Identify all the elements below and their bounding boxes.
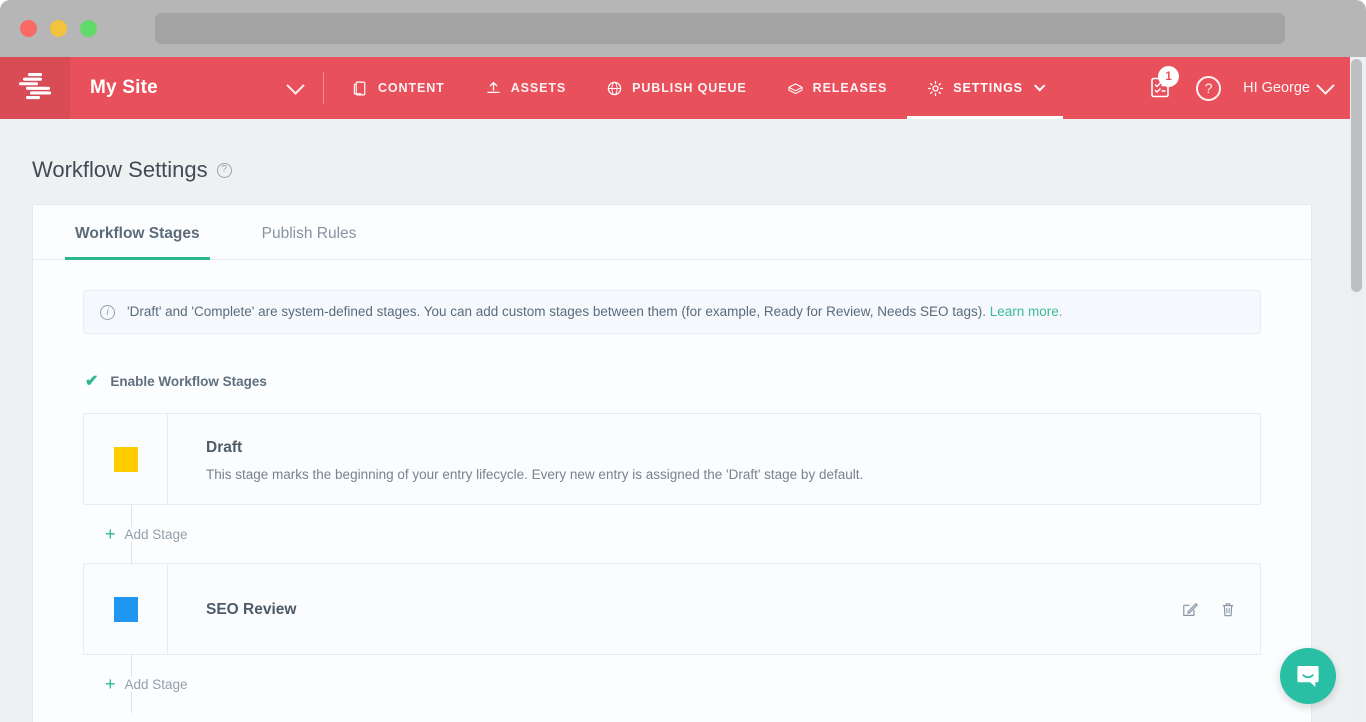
user-menu[interactable]: HI George xyxy=(1243,75,1335,96)
nav-item-content-label: CONTENT xyxy=(378,81,445,95)
nav-item-settings-label: SETTINGS xyxy=(953,81,1023,95)
edit-icon[interactable] xyxy=(1182,601,1198,618)
add-stage-row-2: + Add Stage xyxy=(83,655,1261,713)
plus-icon: + xyxy=(105,524,116,544)
nav-item-settings[interactable]: SETTINGS xyxy=(907,57,1063,119)
application-window: My Site CONTENT ASSETS PUBLISH QUEUE REL… xyxy=(0,57,1366,722)
delete-icon[interactable] xyxy=(1220,601,1236,618)
nav-item-releases[interactable]: RELEASES xyxy=(767,57,908,119)
nav-item-publish-queue-label: PUBLISH QUEUE xyxy=(632,81,747,95)
nav-item-publish-queue[interactable]: PUBLISH QUEUE xyxy=(586,57,767,119)
page-content: Workflow Settings ? Workflow Stages Publ… xyxy=(0,119,1366,722)
top-navigation-bar: My Site CONTENT ASSETS PUBLISH QUEUE REL… xyxy=(0,57,1350,119)
stage-list: Draft This stage marks the beginning of … xyxy=(83,413,1261,713)
add-stage-label: Add Stage xyxy=(124,676,188,692)
brand-logo[interactable] xyxy=(0,57,70,119)
close-window-button[interactable] xyxy=(20,20,37,37)
stage-color-column xyxy=(84,564,168,654)
notification-badge-count: 1 xyxy=(1158,66,1180,87)
info-icon: i xyxy=(100,305,115,320)
tab-workflow-stages-label: Workflow Stages xyxy=(75,225,200,242)
site-name-label: My Site xyxy=(90,77,158,98)
tab-workflow-stages[interactable]: Workflow Stages xyxy=(65,205,210,260)
chevron-down-icon xyxy=(1316,75,1335,95)
add-stage-button[interactable]: + Add Stage xyxy=(105,524,196,544)
globe-icon xyxy=(607,81,622,95)
info-banner: i 'Draft' and 'Complete' are system-defi… xyxy=(83,290,1261,334)
plus-icon: + xyxy=(105,674,116,694)
nav-item-releases-label: RELEASES xyxy=(812,81,888,95)
minimize-window-button[interactable] xyxy=(50,20,67,37)
vertical-scrollbar-thumb[interactable] xyxy=(1351,59,1362,292)
assets-upload-icon xyxy=(487,81,500,93)
stage-description: This stage marks the beginning of your e… xyxy=(206,466,864,482)
info-banner-text: 'Draft' and 'Complete' are system-define… xyxy=(127,304,986,319)
intercom-chat-launcher[interactable] xyxy=(1280,648,1336,704)
page-title: Workflow Settings xyxy=(32,157,208,182)
nav-right-actions: 1 ? HI George xyxy=(1148,57,1350,119)
workflow-settings-card: Workflow Stages Publish Rules i 'Draft' … xyxy=(32,204,1312,722)
gear-icon xyxy=(928,80,944,96)
help-button[interactable]: ? xyxy=(1196,75,1222,101)
checklist-notifications-button[interactable]: 1 xyxy=(1148,66,1180,101)
stage-name: Draft xyxy=(206,438,243,456)
check-icon: ✔ xyxy=(85,373,99,390)
stage-details: SEO Review xyxy=(168,564,1182,654)
stage-details: Draft This stage marks the beginning of … xyxy=(168,414,1236,504)
address-bar-input[interactable] xyxy=(155,13,1285,44)
maximize-window-button[interactable] xyxy=(80,20,97,37)
tab-bar: Workflow Stages Publish Rules xyxy=(33,205,1311,260)
enable-workflow-stages-toggle[interactable]: ✔ Enable Workflow Stages xyxy=(85,371,1261,391)
stage-actions xyxy=(1182,564,1260,654)
contentstack-logo-icon xyxy=(19,73,51,100)
add-stage-row-1: + Add Stage xyxy=(83,505,1261,563)
nav-item-content[interactable]: CONTENT xyxy=(332,57,465,119)
nav-items: CONTENT ASSETS PUBLISH QUEUE RELEASES SE… xyxy=(332,57,1063,119)
nav-item-assets-label: ASSETS xyxy=(510,81,567,95)
chevron-down-icon xyxy=(1033,80,1046,92)
browser-chrome xyxy=(0,0,1366,57)
content-icon xyxy=(353,81,366,95)
chevron-down-icon xyxy=(286,75,305,95)
add-stage-button[interactable]: + Add Stage xyxy=(105,674,196,694)
stage-actions xyxy=(1236,414,1260,504)
stage-row-draft[interactable]: Draft This stage marks the beginning of … xyxy=(83,413,1261,505)
nav-item-assets[interactable]: ASSETS xyxy=(465,57,586,119)
learn-more-link[interactable]: Learn more. xyxy=(990,304,1063,319)
stage-color-swatch xyxy=(113,596,138,622)
box-icon xyxy=(788,82,803,94)
page-header: Workflow Settings ? xyxy=(0,119,1366,183)
stage-name: SEO Review xyxy=(206,601,297,618)
info-banner-text-wrap: 'Draft' and 'Complete' are system-define… xyxy=(127,304,1063,319)
window-traffic-lights xyxy=(20,20,97,37)
stage-color-column xyxy=(84,414,168,504)
help-circle-icon[interactable]: ? xyxy=(216,162,232,178)
enable-workflow-stages-label: Enable Workflow Stages xyxy=(110,373,267,389)
tab-publish-rules[interactable]: Publish Rules xyxy=(252,205,367,259)
stage-color-swatch xyxy=(113,446,138,472)
vertical-scrollbar-track[interactable] xyxy=(1351,59,1362,720)
site-selector[interactable]: My Site xyxy=(70,57,324,119)
tab-publish-rules-label: Publish Rules xyxy=(261,225,357,242)
stage-row-seo-review[interactable]: SEO Review xyxy=(83,563,1261,655)
tab-panel-workflow-stages: i 'Draft' and 'Complete' are system-defi… xyxy=(33,260,1311,722)
add-stage-label: Add Stage xyxy=(124,526,188,542)
user-greeting-label: HI George xyxy=(1243,80,1310,96)
chat-bubble-icon xyxy=(1297,666,1319,687)
